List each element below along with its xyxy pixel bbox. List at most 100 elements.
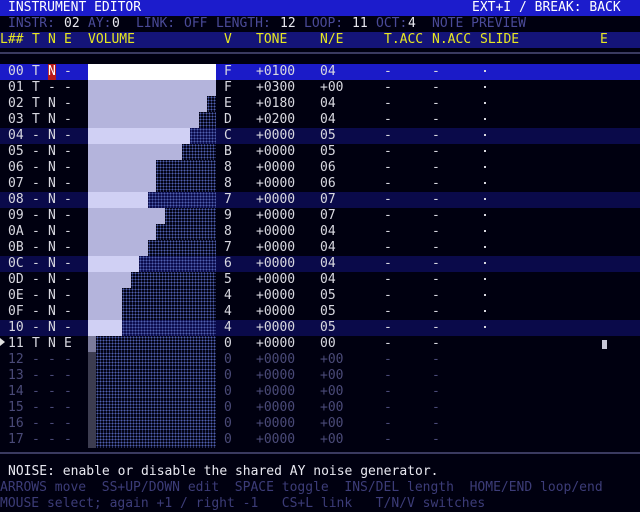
row-tone-flag[interactable]: - (32, 288, 40, 304)
row-noise-flag[interactable]: - (48, 432, 56, 448)
row-tone-acc[interactable]: - (384, 336, 392, 352)
row-tone-acc[interactable]: - (384, 320, 392, 336)
row-tone-flag[interactable]: T (32, 64, 40, 80)
row-noise-acc[interactable]: - (432, 64, 440, 80)
row-noise-flag[interactable]: N (48, 160, 56, 176)
row-noise-env[interactable]: 05 (320, 128, 336, 144)
row-noise-acc[interactable]: - (432, 176, 440, 192)
instrument-row[interactable]: 03 T N - D +0200 04- - (0, 112, 640, 128)
row-volume-value[interactable]: 6 (224, 256, 232, 272)
row-noise-env[interactable]: 07 (320, 208, 336, 224)
row-noise-acc[interactable]: - (432, 432, 440, 448)
row-tone-offset[interactable]: +0000 (256, 432, 295, 448)
row-volume-value[interactable]: F (224, 64, 232, 80)
row-env-flag[interactable]: - (64, 304, 72, 320)
row-tone-offset[interactable]: +0000 (256, 384, 295, 400)
instrument-row[interactable]: 0C - N -6 +0000 04- - (0, 256, 640, 272)
row-noise-env[interactable]: 04 (320, 272, 336, 288)
instrument-row[interactable]: 05- N - B +0000 05- - (0, 144, 640, 160)
row-volume-value[interactable]: 0 (224, 336, 232, 352)
row-tone-acc[interactable]: - (384, 304, 392, 320)
row-tone-flag[interactable]: - (32, 272, 40, 288)
row-tone-offset[interactable]: +0000 (256, 160, 295, 176)
row-tone-flag[interactable]: - (32, 352, 40, 368)
row-noise-env[interactable]: 00 (320, 336, 336, 352)
row-noise-env[interactable]: 05 (320, 304, 336, 320)
row-tone-flag[interactable]: - (32, 368, 40, 384)
instrument-row[interactable]: 0A - N -8 +0000 04- - (0, 224, 640, 240)
row-noise-acc[interactable]: - (432, 192, 440, 208)
slide-marker[interactable] (484, 326, 486, 328)
ay-value[interactable]: 0 (112, 16, 120, 32)
row-tone-flag[interactable]: - (32, 160, 40, 176)
row-volume-value[interactable]: 9 (224, 208, 232, 224)
instrument-row[interactable]: 11 T N E 0 +0000 00 - - (0, 336, 640, 352)
row-volume-value[interactable]: 0 (224, 368, 232, 384)
row-noise-env[interactable]: 04 (320, 240, 336, 256)
row-noise-flag[interactable]: N (48, 208, 56, 224)
row-noise-env[interactable]: 05 (320, 144, 336, 160)
row-noise-env[interactable]: +00 (320, 352, 343, 368)
row-env-flag[interactable]: - (64, 224, 72, 240)
row-tone-acc[interactable]: - (384, 256, 392, 272)
instrument-row[interactable]: 02 T N - E +0180 04- - (0, 96, 640, 112)
instr-value[interactable]: 02 (64, 16, 80, 32)
row-volume-value[interactable]: 0 (224, 384, 232, 400)
row-tone-flag[interactable]: - (32, 144, 40, 160)
row-tone-offset[interactable]: +0180 (256, 96, 295, 112)
row-tone-offset[interactable]: +0000 (256, 240, 295, 256)
instrument-row[interactable]: 0D - N -5 +0000 04- - (0, 272, 640, 288)
row-volume-value[interactable]: 4 (224, 288, 232, 304)
link-value[interactable]: OFF (184, 16, 207, 32)
row-tone-flag[interactable]: - (32, 384, 40, 400)
instrument-row[interactable]: 0E - N -4 +0000 05- - (0, 288, 640, 304)
row-noise-acc[interactable]: - (432, 128, 440, 144)
row-noise-flag[interactable]: N (48, 112, 56, 128)
row-volume-value[interactable]: F (224, 80, 232, 96)
row-noise-env[interactable]: +00 (320, 416, 343, 432)
slide-marker[interactable] (484, 182, 486, 184)
row-tone-offset[interactable]: +0000 (256, 368, 295, 384)
row-noise-env[interactable]: 06 (320, 176, 336, 192)
row-volume-value[interactable]: 8 (224, 224, 232, 240)
row-noise-acc[interactable]: - (432, 240, 440, 256)
row-env-flag[interactable]: - (64, 256, 72, 272)
row-volume-value[interactable]: 0 (224, 352, 232, 368)
row-tone-offset[interactable]: +0000 (256, 224, 295, 240)
row-volume-value[interactable]: 4 (224, 320, 232, 336)
instrument-row[interactable]: 0F - N -4 +0000 05- - (0, 304, 640, 320)
loop-value[interactable]: 11 (352, 16, 368, 32)
row-tone-flag[interactable]: - (32, 416, 40, 432)
row-noise-env[interactable]: +00 (320, 368, 343, 384)
row-env-flag[interactable]: - (64, 240, 72, 256)
row-noise-env[interactable]: 04 (320, 224, 336, 240)
row-noise-acc[interactable]: - (432, 208, 440, 224)
row-volume-value[interactable]: 7 (224, 240, 232, 256)
row-tone-acc[interactable]: - (384, 416, 392, 432)
row-noise-acc[interactable]: - (432, 384, 440, 400)
instrument-row[interactable]: 16- - -0 +0000 +00- - (0, 416, 640, 432)
row-tone-flag[interactable]: - (32, 176, 40, 192)
row-volume-value[interactable]: D (224, 112, 232, 128)
row-tone-acc[interactable]: - (384, 224, 392, 240)
row-noise-env[interactable]: +00 (320, 432, 343, 448)
instrument-row[interactable]: 14- - -0 +0000 +00- - (0, 384, 640, 400)
row-tone-acc[interactable]: - (384, 80, 392, 96)
row-env-flag[interactable]: - (64, 416, 72, 432)
row-noise-acc[interactable]: - (432, 144, 440, 160)
row-tone-offset[interactable]: +0000 (256, 304, 295, 320)
slide-marker[interactable] (484, 294, 486, 296)
row-volume-value[interactable]: 5 (224, 272, 232, 288)
row-volume-value[interactable]: 0 (224, 416, 232, 432)
row-tone-offset[interactable]: +0000 (256, 176, 295, 192)
row-noise-acc[interactable]: - (432, 368, 440, 384)
instrument-row[interactable]: 06- N -8 +0000 06- - (0, 160, 640, 176)
row-tone-flag[interactable]: - (32, 400, 40, 416)
instrument-row[interactable]: 15- - -0 +0000 +00- - (0, 400, 640, 416)
row-noise-acc[interactable]: - (432, 352, 440, 368)
note-preview[interactable]: NOTE PREVIEW (432, 16, 526, 32)
row-env-flag[interactable]: - (64, 432, 72, 448)
row-noise-flag[interactable]: N (48, 224, 56, 240)
row-noise-env[interactable]: 04 (320, 112, 336, 128)
row-env-flag[interactable]: - (64, 288, 72, 304)
